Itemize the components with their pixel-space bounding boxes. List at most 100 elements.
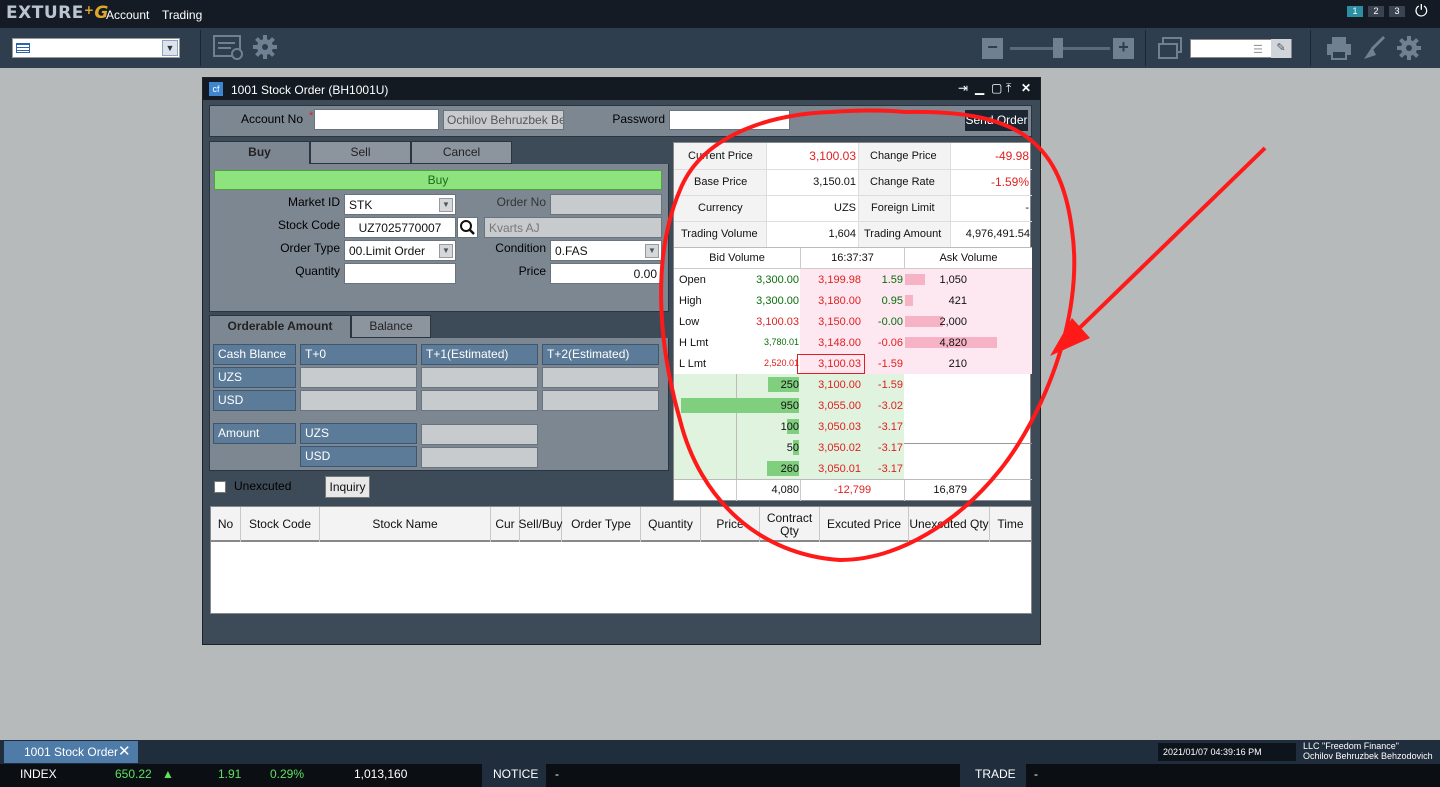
close-icon[interactable]: ✕	[1021, 81, 1031, 95]
tab-cancel[interactable]: Cancel	[411, 141, 512, 164]
col-stock-code[interactable]: Stock Code	[241, 507, 320, 542]
market-id-select[interactable]: STK ▼	[344, 194, 456, 215]
datetime-display: 2021/01/07 04:39:16 PM	[1158, 743, 1296, 761]
condition-select[interactable]: 0.FAS ▼	[550, 240, 662, 261]
wrench-icon[interactable]: ✎	[1271, 39, 1291, 58]
ask-row-stat-value: 3,300.00	[756, 295, 799, 307]
price-label: Price	[518, 264, 546, 278]
account-name-field: Ochilov Behruzbek Beh	[443, 110, 564, 130]
order-type-label: Order Type	[280, 241, 340, 255]
condition-label: Condition	[495, 241, 546, 255]
zoom-out-icon[interactable]: −	[982, 38, 1003, 59]
ask-volume: 421	[948, 295, 967, 307]
notice-value: -	[555, 767, 559, 781]
tab-sell[interactable]: Sell	[310, 141, 411, 164]
quantity-input[interactable]	[344, 263, 456, 284]
ask-row-label: L Lmt	[679, 358, 707, 370]
col-no[interactable]: No	[211, 507, 241, 542]
send-order-button[interactable]: Send Order	[965, 110, 1028, 131]
cash-balance-header: Cash Blance	[213, 344, 296, 365]
index-change: 1.91	[218, 767, 242, 781]
user-name: Ochilov Behruzbek Behzodovich	[1303, 751, 1433, 761]
trade-value: -	[1034, 767, 1038, 781]
screen-3-button[interactable]: 3	[1389, 6, 1405, 17]
amount-usd-cell	[421, 447, 538, 468]
ask-price: 3,148.00	[818, 337, 861, 349]
ask-row-label: Open	[679, 274, 706, 286]
tab-buy[interactable]: Buy	[209, 141, 310, 164]
col-price[interactable]: Price	[701, 507, 760, 542]
col-cur[interactable]: Cur	[491, 507, 520, 542]
screen-2-button[interactable]: 2	[1368, 6, 1384, 17]
amount-usd-label: USD	[300, 446, 417, 467]
zoom-in-icon[interactable]: +	[1113, 38, 1134, 59]
search-icon[interactable]	[457, 217, 478, 238]
top-menu-bar: EXTURE+G Account Trading 1 2 3 ⏻	[0, 0, 1440, 28]
ask-row-stat-value: 3,780.01	[763, 337, 799, 347]
order-type-value: 00.Limit Order	[349, 244, 426, 258]
chevron-down-icon[interactable]: ▼	[162, 40, 178, 56]
tab-orderable-amount[interactable]: Orderable Amount	[209, 315, 351, 338]
window-icon[interactable]	[1157, 36, 1183, 63]
broom-icon[interactable]	[1360, 35, 1388, 64]
inquiry-button[interactable]: Inquiry	[325, 476, 370, 498]
menu-account[interactable]: Account	[106, 8, 149, 22]
password-input[interactable]	[669, 110, 790, 130]
amount-label: Amount	[213, 423, 296, 444]
col-contract-qty[interactable]: Contract Qty	[760, 507, 820, 542]
user-info: LLC "Freedom Finance" Ochilov Behruzbek …	[1303, 741, 1433, 761]
col-excuted-price[interactable]: Excuted Price	[820, 507, 909, 542]
col-order-type[interactable]: Order Type	[562, 507, 641, 542]
list-icon[interactable]: ☰	[1253, 43, 1263, 56]
t2-header: T+2(Estimated)	[542, 344, 659, 365]
bid-volume: 260	[780, 463, 799, 475]
window-title-bar[interactable]: cf 1001 Stock Order (BH1001U) ⇥ ▁ ▢ ⤒ ✕	[203, 78, 1040, 100]
order-type-select[interactable]: 00.Limit Order ▼	[344, 240, 456, 261]
ask-row-stat-value: 3,300.00	[756, 274, 799, 286]
window-app-icon: cf	[209, 82, 223, 96]
minimize-icon[interactable]: ▁	[975, 81, 984, 95]
stock-code-input[interactable]: UZ7025770007	[344, 217, 456, 238]
list-add-icon[interactable]	[213, 34, 243, 66]
screen-1-button[interactable]: 1	[1347, 6, 1363, 17]
order-book: Open 3,300.00 3,199.98 1.59 1,050 High 3,300.0…	[674, 143, 1032, 501]
zoom-slider-thumb[interactable]	[1053, 38, 1063, 58]
col-stock-name[interactable]: Stock Name	[320, 507, 491, 542]
col-unexcuted-qty[interactable]: Unexcuted Qty	[909, 507, 990, 542]
chevron-down-icon[interactable]: ▼	[645, 244, 659, 258]
order-no-field	[550, 194, 662, 215]
power-icon[interactable]: ⏻	[1415, 3, 1428, 21]
col-quantity[interactable]: Quantity	[641, 507, 701, 542]
taskbar-tab-stock-order[interactable]: 1001 Stock Order ✕	[4, 741, 138, 763]
market-id-value: STK	[349, 198, 373, 212]
toolbar-search-input[interactable]: ☰ ✎	[1190, 39, 1292, 58]
printer-icon[interactable]	[1325, 35, 1353, 64]
price-input[interactable]: 0.00	[550, 263, 662, 284]
account-no-input[interactable]	[314, 109, 439, 130]
chevron-down-icon[interactable]: ▼	[439, 244, 453, 258]
bid-price: 3,050.01	[818, 463, 861, 475]
taskbar-tab-label: 1001 Stock Order	[24, 745, 119, 759]
chevron-down-icon[interactable]: ▼	[439, 198, 453, 212]
uzs-t1-cell	[421, 367, 538, 388]
buy-banner: Buy	[214, 170, 662, 190]
ask-price: 3,100.03	[797, 354, 865, 374]
pin-icon[interactable]: ⇥	[958, 81, 968, 95]
settings-icon[interactable]	[1396, 35, 1422, 64]
col-time[interactable]: Time	[990, 507, 1031, 542]
screen-select-dropdown[interactable]: ▼	[12, 38, 180, 58]
menu-trading[interactable]: Trading	[162, 8, 202, 22]
tab-balance[interactable]: Balance	[351, 315, 431, 338]
unexecuted-checkbox[interactable]	[214, 481, 226, 493]
bid-price: 3,055.00	[818, 400, 861, 412]
annotation-arrow-head	[1050, 318, 1090, 356]
close-icon[interactable]: ✕	[118, 741, 131, 763]
unexecuted-label: Unexcuted	[234, 479, 292, 493]
gear-icon[interactable]	[252, 34, 278, 66]
bid-volume: 50	[786, 442, 799, 454]
col-sell-buy[interactable]: Sell/Buy	[518, 507, 563, 542]
restore-icon[interactable]: ⤒	[1006, 81, 1011, 96]
maximize-icon[interactable]: ▢	[991, 81, 1002, 95]
stock-code-label: Stock Code	[277, 218, 340, 232]
up-arrow-icon: ▲	[162, 767, 174, 781]
